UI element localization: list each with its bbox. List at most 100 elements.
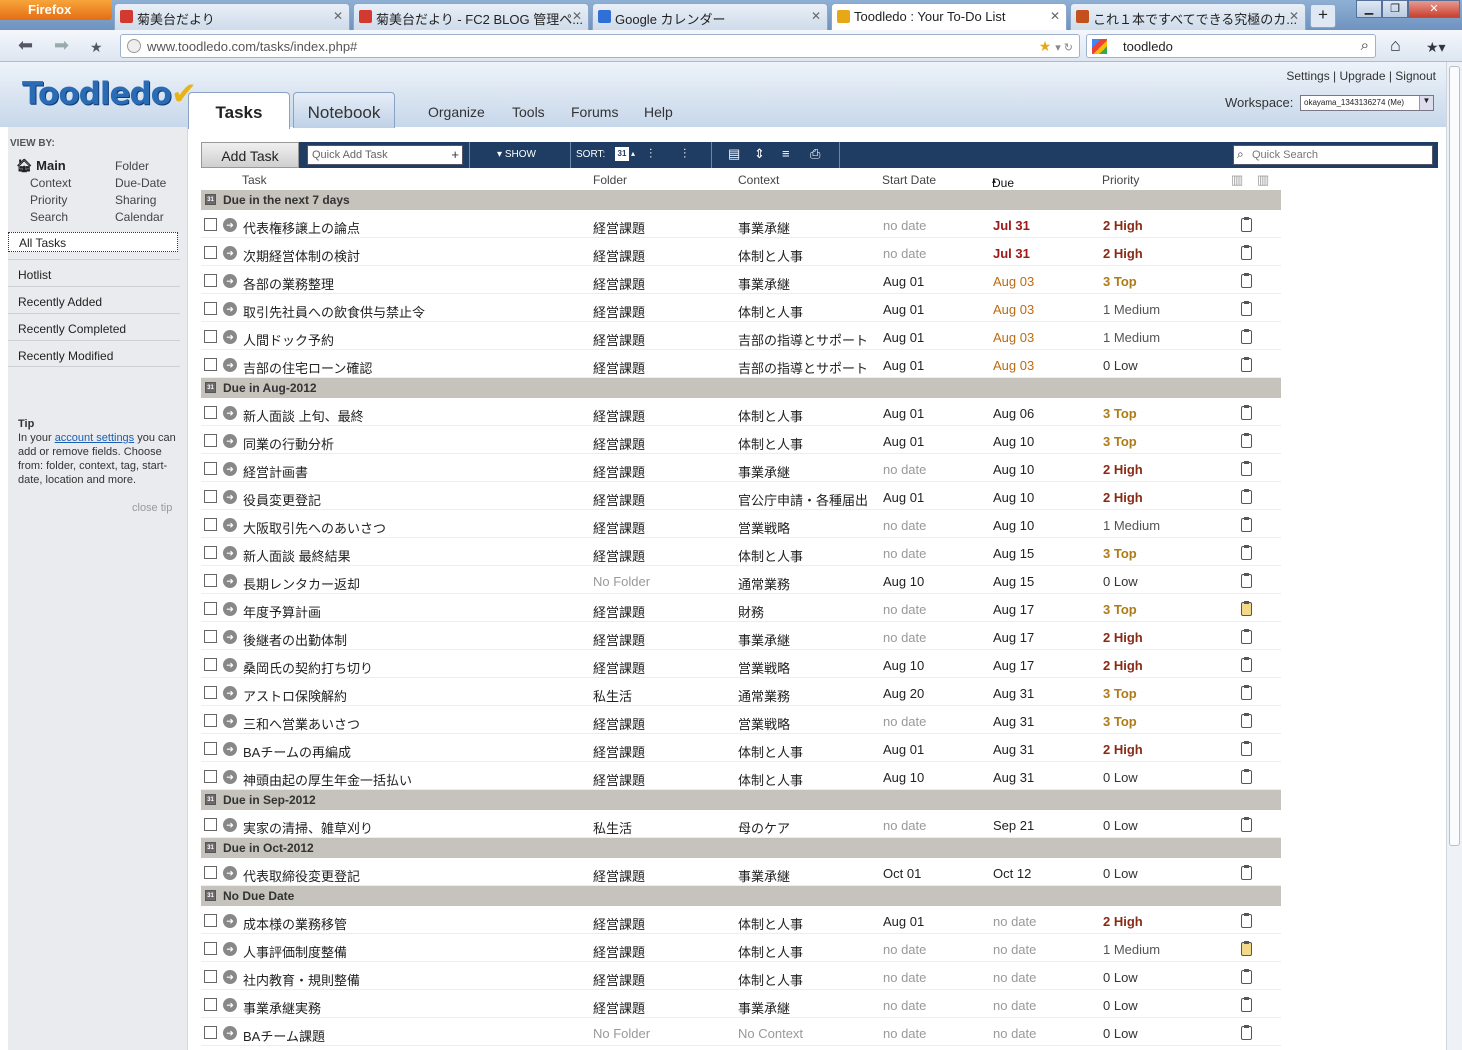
- task-folder[interactable]: 経営課題: [593, 866, 645, 885]
- column-add-icon[interactable]: ▥: [1257, 172, 1269, 188]
- note-icon[interactable]: [1241, 713, 1252, 728]
- calendar-view-link[interactable]: Calendar: [115, 210, 164, 224]
- task-title[interactable]: 新人面談 上旬、最終: [243, 406, 364, 425]
- group-header[interactable]: 31 Due in the next 7 days: [201, 190, 1281, 210]
- note-icon[interactable]: [1241, 865, 1252, 880]
- task-priority[interactable]: 3 Top: [1103, 274, 1137, 289]
- task-context[interactable]: 事業承継: [738, 274, 790, 293]
- close-tab-icon[interactable]: ✕: [572, 9, 582, 23]
- task-priority[interactable]: 3 Top: [1103, 434, 1137, 449]
- task-folder[interactable]: 経営課題: [593, 434, 645, 453]
- close-tab-icon[interactable]: ✕: [1050, 9, 1060, 23]
- task-context[interactable]: 体制と人事: [738, 742, 803, 761]
- task-start-date[interactable]: Aug 01: [883, 434, 924, 449]
- task-folder[interactable]: 経営課題: [593, 358, 645, 377]
- task-due-date[interactable]: Jul 31: [993, 218, 1030, 233]
- subtask-arrow-icon[interactable]: ➜: [223, 742, 237, 756]
- complete-checkbox[interactable]: [204, 866, 217, 879]
- task-priority[interactable]: 0 Low: [1103, 818, 1138, 833]
- task-start-date[interactable]: no date: [883, 602, 926, 617]
- new-tab-button[interactable]: +: [1310, 4, 1336, 28]
- task-start-date[interactable]: no date: [883, 462, 926, 477]
- complete-checkbox[interactable]: [204, 406, 217, 419]
- task-title[interactable]: 社内教育・規則整備: [243, 970, 360, 989]
- forward-arrow-icon[interactable]: ➡: [54, 36, 69, 54]
- nav-forums[interactable]: Forums: [571, 104, 618, 120]
- task-priority[interactable]: 2 High: [1103, 218, 1143, 233]
- complete-checkbox[interactable]: [204, 358, 217, 371]
- task-due-date[interactable]: no date: [993, 970, 1036, 985]
- print-icon[interactable]: ⎙: [810, 147, 824, 161]
- task-due-date[interactable]: no date: [993, 1026, 1036, 1041]
- nav-help[interactable]: Help: [644, 104, 673, 120]
- task-context[interactable]: 体制と人事: [738, 246, 803, 265]
- complete-checkbox[interactable]: [204, 742, 217, 755]
- sidebar-item-recently-added[interactable]: Recently Added: [8, 286, 180, 313]
- task-priority[interactable]: 2 High: [1103, 462, 1143, 477]
- task-priority[interactable]: 1 Medium: [1103, 942, 1160, 957]
- task-folder[interactable]: 経営課題: [593, 462, 645, 481]
- complete-checkbox[interactable]: [204, 490, 217, 503]
- browser-search-box[interactable]: toodledo ⌕: [1086, 34, 1376, 58]
- task-context[interactable]: 体制と人事: [738, 302, 803, 321]
- task-title[interactable]: 年度予算計画: [243, 602, 321, 621]
- note-icon[interactable]: [1241, 245, 1252, 260]
- task-context[interactable]: 営業戦略: [738, 658, 790, 677]
- task-folder[interactable]: 経営課題: [593, 602, 645, 621]
- main-view-link[interactable]: 🏠︎ Main: [16, 158, 66, 174]
- task-start-date[interactable]: Aug 01: [883, 302, 924, 317]
- task-folder[interactable]: 経営課題: [593, 742, 645, 761]
- note-icon[interactable]: [1241, 217, 1252, 232]
- duedate-view-link[interactable]: Due-Date: [115, 176, 166, 190]
- note-icon[interactable]: [1241, 601, 1252, 616]
- col-task[interactable]: Task: [242, 173, 267, 187]
- subtask-arrow-icon[interactable]: ➜: [223, 658, 237, 672]
- col-priority[interactable]: Priority: [1102, 173, 1139, 187]
- firefox-menu-button[interactable]: Firefox: [0, 0, 112, 20]
- note-icon[interactable]: [1241, 913, 1252, 928]
- url-bar[interactable]: www.toodledo.com/tasks/index.php# ★ ▾ ↻: [120, 34, 1080, 58]
- task-priority[interactable]: 3 Top: [1103, 546, 1137, 561]
- task-context[interactable]: 営業戦略: [738, 714, 790, 733]
- task-context[interactable]: 通常業務: [738, 574, 790, 593]
- task-context[interactable]: No Context: [738, 1026, 803, 1041]
- note-icon[interactable]: [1241, 545, 1252, 560]
- subtask-arrow-icon[interactable]: ➜: [223, 866, 237, 880]
- task-priority[interactable]: 0 Low: [1103, 1026, 1138, 1041]
- task-title[interactable]: 事業承継実務: [243, 998, 321, 1017]
- task-title[interactable]: 各部の業務整理: [243, 274, 334, 293]
- task-title[interactable]: BAチーム課題: [243, 1026, 325, 1045]
- nav-tools[interactable]: Tools: [512, 104, 545, 120]
- tab-notebook[interactable]: Notebook: [293, 92, 395, 128]
- task-priority[interactable]: 0 Low: [1103, 358, 1138, 373]
- table-row[interactable]: ➜ 事業承継実務 経営課題 事業承継 no date no date 0 Low: [201, 990, 1281, 1018]
- subtask-arrow-icon[interactable]: ➜: [223, 714, 237, 728]
- task-folder[interactable]: 経営課題: [593, 914, 645, 933]
- task-title[interactable]: 代表権移譲上の論点: [243, 218, 360, 237]
- table-row[interactable]: ➜ 成本様の業務移管 経営課題 体制と人事 Aug 01 no date 2 High: [201, 906, 1281, 934]
- note-icon[interactable]: [1241, 489, 1252, 504]
- task-due-date[interactable]: Aug 03: [993, 330, 1034, 345]
- sharing-view-link[interactable]: Sharing: [115, 193, 156, 207]
- task-title[interactable]: 桑岡氏の契約打ち切り: [243, 658, 373, 677]
- sort-tertiary-icon[interactable]: ⫶: [683, 147, 697, 161]
- task-start-date[interactable]: no date: [883, 942, 926, 957]
- task-priority[interactable]: 0 Low: [1103, 970, 1138, 985]
- task-context[interactable]: 官公庁申請・各種届出: [738, 490, 868, 509]
- note-icon[interactable]: [1241, 629, 1252, 644]
- group-header[interactable]: 31 Due in Sep-2012: [201, 790, 1281, 810]
- task-start-date[interactable]: Aug 01: [883, 330, 924, 345]
- minimize-window-button[interactable]: ▁: [1356, 0, 1382, 18]
- task-due-date[interactable]: no date: [993, 942, 1036, 957]
- sort-direction-icon[interactable]: ▴: [631, 147, 645, 161]
- collapse-icon[interactable]: ⇕: [754, 147, 768, 161]
- close-tab-icon[interactable]: ✕: [811, 9, 821, 23]
- task-due-date[interactable]: Aug 17: [993, 602, 1034, 617]
- task-folder[interactable]: 経営課題: [593, 658, 645, 677]
- subtask-arrow-icon[interactable]: ➜: [223, 246, 237, 260]
- note-icon[interactable]: [1241, 941, 1252, 956]
- task-context[interactable]: 体制と人事: [738, 970, 803, 989]
- task-due-date[interactable]: Aug 03: [993, 302, 1034, 317]
- task-priority[interactable]: 0 Low: [1103, 998, 1138, 1013]
- table-row[interactable]: ➜ アストロ保険解約 私生活 通常業務 Aug 20 Aug 31 3 Top: [201, 678, 1281, 706]
